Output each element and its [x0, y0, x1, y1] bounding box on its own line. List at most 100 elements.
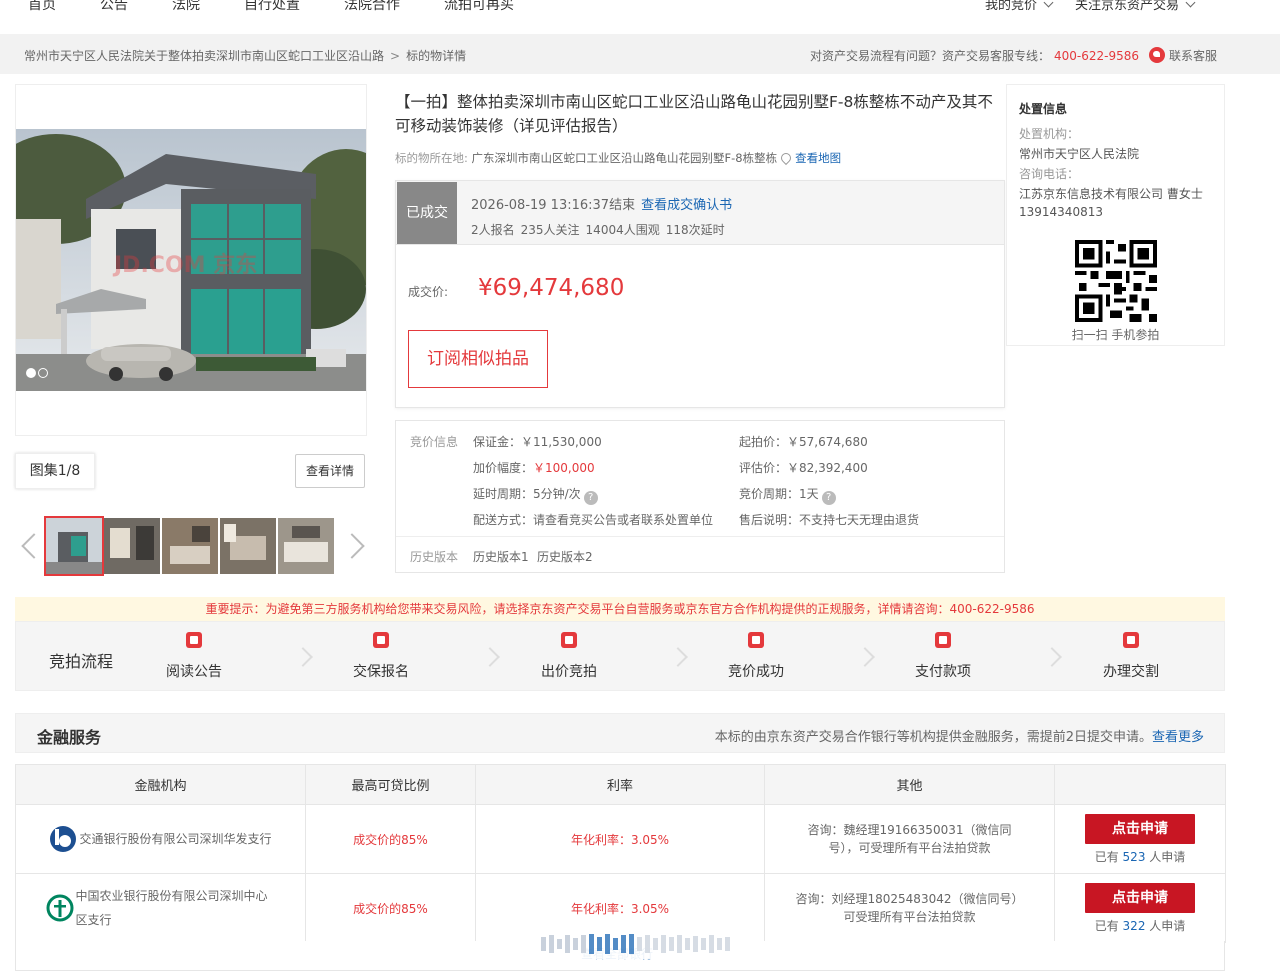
flow-step-delivery: 办理交割	[1081, 632, 1181, 681]
nav-rebuy[interactable]: 流拍可再买	[444, 0, 514, 14]
chevron-right-icon	[293, 647, 313, 667]
slide-dot[interactable]	[26, 368, 36, 378]
flow-step-deposit: 交保报名	[331, 632, 431, 681]
prev-arrow-icon[interactable]	[19, 530, 35, 560]
view-map-link[interactable]: 查看地图	[795, 151, 841, 165]
deal-stats: 2人报名 235人关注 14004人围观 118次延时	[471, 221, 731, 238]
help-text: 对资产交易流程有问题？资产交易客服专线：	[809, 49, 1050, 63]
increment: 加价幅度：￥100,000	[473, 459, 595, 476]
nav-home[interactable]: 首页	[28, 0, 56, 14]
contact-info: 咨询：魏经理19166350031（微信同号），可受理所有平台法拍贷款	[807, 823, 1012, 855]
bid-info-label: 竞价信息	[410, 435, 459, 449]
my-bids-menu[interactable]: 我的竞价	[985, 0, 1054, 13]
apply-button[interactable]: 点击申请	[1085, 813, 1195, 844]
view-confirmation-link[interactable]: 查看成交确认书	[641, 198, 732, 213]
subscribe-similar-button[interactable]: 订阅相似拍品	[408, 330, 548, 388]
slide-dot[interactable]	[38, 368, 48, 378]
increment-value: ￥100,000	[533, 461, 595, 475]
delay-period: 延时周期：5分钟/次?	[473, 485, 598, 505]
nav-self-disposal[interactable]: 自行处置	[244, 0, 300, 14]
next-arrow-icon[interactable]	[345, 530, 361, 560]
nav-courts[interactable]: 法院	[172, 0, 200, 14]
bid-info-panel: 竞价信息 保证金：￥11,530,000 起拍价：￥57,674,680 加价幅…	[395, 420, 1005, 573]
flow-step-bid: 出价竞拍	[519, 632, 619, 681]
money-bag-icon	[373, 632, 389, 648]
org-name[interactable]: 常州市天宁区人民法院	[1019, 145, 1139, 162]
notice-icon	[186, 632, 202, 648]
bocom-logo-icon	[50, 826, 77, 852]
history-version-2[interactable]: 历史版本2	[537, 548, 593, 565]
chevron-right-icon	[668, 647, 688, 667]
finance-header: 金融服务 本标的由京东资产交易合作银行等机构提供金融服务，需提前2日提交申请。查…	[15, 713, 1225, 753]
yen-coin-icon	[561, 632, 577, 648]
flow-step-read-notice: 阅读公告	[144, 632, 244, 681]
delay-period-text: 延时周期：5分钟/次	[473, 487, 581, 501]
loan-ratio: 成交价的85%	[305, 804, 476, 874]
help-hotline: 对资产交易流程有问题？资产交易客服专线： 400-622-9586 联系客服	[810, 47, 1217, 64]
table-row: 交通银行股份有限公司深圳华发支行 成交价的85% 年化利率：3.05% 咨询：魏…	[15, 804, 1226, 874]
column-header: 最高可贷比例	[305, 764, 476, 805]
after-sale: 售后说明：不支持七天无理由退货	[739, 513, 920, 527]
history-version-1[interactable]: 历史版本1	[473, 548, 529, 565]
auction-flow: 竞拍流程 阅读公告 交保报名 出价竞拍 竞价成功 支付款项 办理交割	[15, 621, 1225, 691]
map-pin-icon	[779, 150, 794, 166]
deposit: 保证金：￥11,530,000	[473, 435, 602, 449]
chevron-right-icon	[480, 647, 500, 667]
finance-desc: 本标的由京东资产交易合作银行等机构提供金融服务，需提前2日提交申请。查看更多	[715, 726, 1204, 745]
help-icon[interactable]: ?	[583, 491, 598, 505]
bank-cell: 交通银行股份有限公司深圳华发支行	[16, 825, 305, 853]
bid-cycle-text: 竞价周期：1天	[739, 487, 819, 501]
apply-button[interactable]: 点击申请	[1085, 882, 1195, 913]
disposal-info-panel: 处置信息 处置机构： 常州市天宁区人民法院 咨询电话： 江苏京东信息技术有限公司…	[1006, 84, 1225, 346]
chevron-right-icon	[855, 647, 875, 667]
deal-status-row: 2026-08-19 13:16:37结束 查看成交确认书 2人报名 235人关注 1…	[396, 181, 1004, 245]
disposal-info-heading: 处置信息	[1019, 102, 1068, 116]
finance-table: 金融机构 最高可贷比例 利率 其他 交通银行股份有限公司深圳华发支行 成交价的8…	[15, 764, 1226, 943]
contact-service-link[interactable]: 联系客服	[1169, 49, 1217, 63]
chevron-down-icon	[1043, 0, 1054, 8]
thumbs-up-icon	[748, 632, 764, 648]
chat-icon[interactable]	[1148, 47, 1165, 63]
bank-name: 交通银行股份有限公司深圳华发支行	[79, 832, 272, 846]
phone-contact: 江苏京东信息技术有限公司 曹女士	[1019, 187, 1203, 201]
flow-step-label: 出价竞拍	[541, 664, 597, 680]
thumbnail[interactable]	[278, 518, 334, 574]
help-icon[interactable]: ?	[821, 491, 836, 505]
flow-step-label: 竞价成功	[728, 664, 784, 680]
main-photo[interactable]: JD.COM 京东	[16, 129, 366, 391]
flow-step-label: 支付款项	[915, 664, 971, 680]
flow-step-win: 竞价成功	[706, 632, 806, 681]
column-header: 利率	[475, 764, 765, 805]
loan-ratio: 成交价的85%	[305, 873, 476, 943]
bank-cell: 中国农业银行股份有限公司深圳中心区支行	[16, 884, 305, 932]
phone-number: 13914340813	[1019, 205, 1103, 219]
start-price: 起拍价：￥57,674,680	[739, 435, 868, 449]
follow-jd-menu[interactable]: 关注京东资产交易	[1075, 0, 1196, 13]
thumbnail[interactable]	[162, 518, 218, 574]
nav-announcements[interactable]: 公告	[100, 0, 128, 14]
delivery-method: 配送方式：请查看竞买公告或者联系处置单位	[473, 513, 714, 527]
slide-dots	[26, 367, 50, 381]
help-phone: 400-622-9586	[1053, 49, 1139, 63]
thumbnail[interactable]	[220, 518, 276, 574]
applied-count: 已有 322 人申请	[1094, 918, 1186, 933]
flow-step-payment: 支付款项	[893, 632, 993, 681]
nav-court-cooperation[interactable]: 法院合作	[344, 0, 400, 14]
end-time: 2026-08-19 13:16:37结束 查看成交确认书	[471, 194, 732, 213]
gavel-icon	[1123, 632, 1139, 648]
risk-notice: 重要提示：为避免第三方服务机构给您带来交易风险，请选择京东资产交易平台自营服务或…	[15, 597, 1225, 621]
view-more-link[interactable]: 查看更多	[1152, 730, 1204, 745]
thumbnail[interactable]	[44, 516, 104, 576]
breadcrumb-separator: >	[390, 49, 401, 63]
thumbnail[interactable]	[104, 518, 160, 574]
loading-bar-icon	[527, 929, 749, 959]
phone-label: 咨询电话：	[1019, 167, 1080, 181]
final-price: ¥69,474,680	[478, 275, 625, 301]
breadcrumb: 常州市天宁区人民法院关于整体拍卖深圳市南山区蛇口工业区沿山路 > 标的物详情	[24, 47, 466, 64]
breadcrumb-current: 标的物详情	[406, 49, 467, 63]
listing-title: 【一拍】整体拍卖深圳市南山区蛇口工业区沿山路龟山花园别墅F-8栋整栋不动产及其不…	[395, 93, 993, 135]
my-bids-label: 我的竞价	[985, 0, 1038, 13]
flow-step-label: 办理交割	[1103, 664, 1159, 680]
view-details-button[interactable]: 查看详情	[295, 454, 365, 488]
breadcrumb-path[interactable]: 常州市天宁区人民法院关于整体拍卖深圳市南山区蛇口工业区沿山路	[24, 49, 384, 63]
